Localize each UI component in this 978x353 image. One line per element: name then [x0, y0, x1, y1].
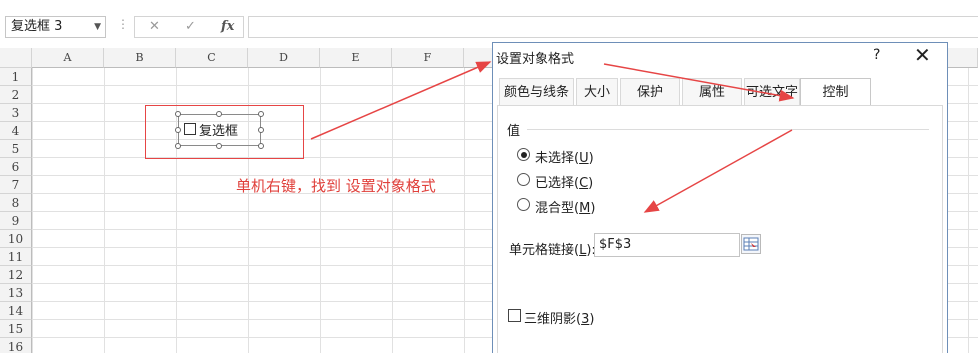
annotation-arrows: [310, 61, 795, 213]
arrow-to-cell-link: [643, 129, 793, 213]
excel-window: 复选框 3 ▼ ⋮ ✕ ✓ fx ABCDEF 1 2 3 4 5 6 7 8 9 10 11 12 1…: [0, 0, 978, 353]
arrow-to-title: [310, 61, 492, 140]
arrow-to-control-tab: [603, 63, 795, 102]
